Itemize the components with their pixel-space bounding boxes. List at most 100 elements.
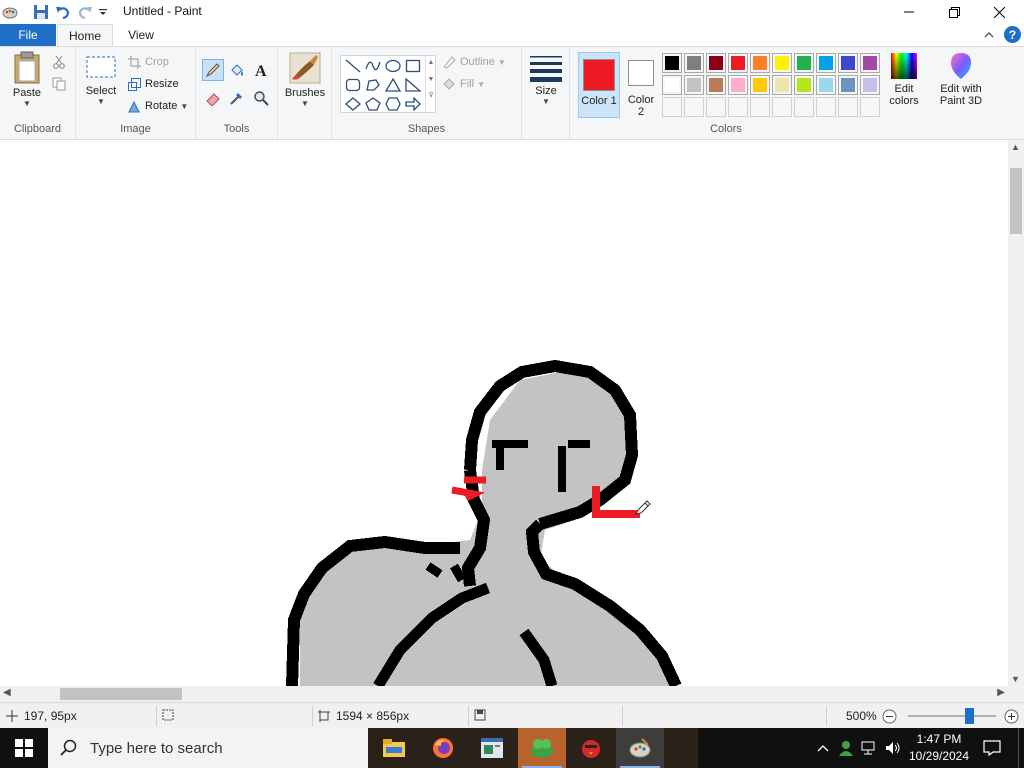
palette-swatch[interactable] bbox=[750, 75, 770, 95]
palette-swatch[interactable] bbox=[772, 53, 792, 73]
palette-swatch[interactable] bbox=[706, 53, 726, 73]
notifications-icon[interactable] bbox=[978, 728, 1006, 768]
shapes-scroll[interactable]: ▲ ▼ ⊽ bbox=[425, 56, 436, 112]
size-button[interactable]: Size ▼ bbox=[528, 51, 564, 106]
palette-swatch-empty[interactable] bbox=[662, 97, 682, 117]
palette-swatch[interactable] bbox=[838, 53, 858, 73]
palette-swatch-empty[interactable] bbox=[816, 97, 836, 117]
app-window-taskbar-icon[interactable] bbox=[468, 728, 516, 768]
paint-app-icon[interactable] bbox=[2, 3, 18, 21]
palette-swatch[interactable] bbox=[772, 75, 792, 95]
zoom-slider-thumb[interactable] bbox=[965, 708, 974, 724]
customize-quick-access-icon[interactable] bbox=[98, 3, 110, 21]
taskbar-search-box[interactable]: Type here to search bbox=[48, 728, 368, 768]
palette-swatch[interactable] bbox=[706, 75, 726, 95]
palette-swatch-empty[interactable] bbox=[750, 97, 770, 117]
palette-swatch[interactable] bbox=[728, 53, 748, 73]
rectangle-shape-icon[interactable] bbox=[403, 57, 423, 75]
palette-swatch[interactable] bbox=[794, 75, 814, 95]
palette-swatch[interactable] bbox=[728, 75, 748, 95]
horizontal-scrollbar[interactable]: ◀ ▶ bbox=[0, 686, 1008, 702]
redo-icon[interactable] bbox=[77, 3, 93, 21]
tab-home[interactable]: Home bbox=[57, 24, 113, 47]
crop-button[interactable]: Crop bbox=[128, 53, 169, 71]
triangle-shape-icon[interactable] bbox=[383, 76, 403, 94]
file-explorer-taskbar-icon[interactable] bbox=[370, 728, 418, 768]
zoom-out-button[interactable] bbox=[882, 709, 897, 727]
canvas-workspace[interactable] bbox=[0, 140, 1008, 686]
paint-taskbar-icon[interactable] bbox=[616, 728, 664, 768]
zoom-slider[interactable] bbox=[908, 708, 996, 724]
tab-file[interactable]: File bbox=[0, 24, 56, 46]
network-icon[interactable] bbox=[858, 728, 880, 768]
help-icon[interactable]: ? bbox=[1004, 26, 1021, 43]
edit-with-paint3d-button[interactable]: Edit with Paint 3D bbox=[932, 51, 990, 107]
palette-swatch-empty[interactable] bbox=[728, 97, 748, 117]
undo-icon[interactable] bbox=[55, 3, 71, 21]
right-triangle-shape-icon[interactable] bbox=[403, 76, 423, 94]
scroll-left-icon[interactable]: ◀ bbox=[3, 687, 11, 698]
rotate-button[interactable]: Rotate ▼ bbox=[128, 97, 188, 115]
arrow-shape-icon[interactable] bbox=[403, 95, 423, 113]
drawing-canvas[interactable] bbox=[0, 140, 1008, 686]
palette-swatch[interactable] bbox=[684, 75, 704, 95]
palette-swatch[interactable] bbox=[860, 75, 880, 95]
palette-swatch-empty[interactable] bbox=[706, 97, 726, 117]
palette-swatch[interactable] bbox=[860, 53, 880, 73]
palette-swatch[interactable] bbox=[684, 53, 704, 73]
close-button[interactable] bbox=[976, 0, 1022, 24]
scroll-right-icon[interactable]: ▶ bbox=[997, 687, 1005, 698]
tab-view[interactable]: View bbox=[118, 24, 164, 46]
game-taskbar-icon[interactable] bbox=[518, 728, 566, 768]
eraser-icon[interactable] bbox=[202, 87, 224, 109]
oval-shape-icon[interactable] bbox=[383, 57, 403, 75]
fill-bucket-icon[interactable] bbox=[226, 59, 248, 81]
scroll-up-icon[interactable]: ▲ bbox=[1011, 142, 1020, 152]
palette-swatch-empty[interactable] bbox=[684, 97, 704, 117]
rounded-rectangle-shape-icon[interactable] bbox=[343, 76, 363, 94]
palette-swatch[interactable] bbox=[838, 75, 858, 95]
palette-swatch-empty[interactable] bbox=[772, 97, 792, 117]
vertical-scroll-thumb[interactable] bbox=[1010, 168, 1022, 234]
show-desktop-button[interactable] bbox=[1018, 728, 1024, 768]
palette-swatch[interactable] bbox=[816, 53, 836, 73]
outline-button[interactable]: Outline ▼ bbox=[442, 53, 506, 71]
pencil-tool-icon[interactable] bbox=[202, 59, 224, 81]
zoom-in-button[interactable] bbox=[1004, 709, 1019, 727]
collapse-ribbon-icon[interactable] bbox=[982, 28, 996, 42]
edit-colors-button[interactable]: Edit colors bbox=[882, 51, 926, 107]
color2-button[interactable]: Color 2 bbox=[624, 52, 658, 118]
palette-swatch-empty[interactable] bbox=[860, 97, 880, 117]
taskbar-clock[interactable]: 1:47 PM 10/29/2024 bbox=[903, 731, 975, 765]
angry-birds-taskbar-icon[interactable] bbox=[567, 728, 615, 768]
volume-icon[interactable] bbox=[882, 728, 904, 768]
curve-shape-icon[interactable] bbox=[363, 57, 383, 75]
polygon-shape-icon[interactable] bbox=[363, 76, 383, 94]
restore-button[interactable] bbox=[931, 0, 977, 24]
palette-swatch[interactable] bbox=[750, 53, 770, 73]
vertical-scrollbar[interactable]: ▲ ▼ bbox=[1008, 140, 1024, 686]
color-picker-icon[interactable] bbox=[226, 87, 248, 109]
cut-icon[interactable] bbox=[52, 55, 66, 72]
firefox-taskbar-icon[interactable] bbox=[419, 728, 467, 768]
copy-icon[interactable] bbox=[52, 77, 66, 94]
show-hidden-icons-icon[interactable] bbox=[812, 728, 834, 768]
palette-swatch[interactable] bbox=[662, 53, 682, 73]
select-button[interactable]: Select ▼ bbox=[82, 51, 120, 106]
palette-swatch[interactable] bbox=[794, 53, 814, 73]
magnifier-icon[interactable] bbox=[250, 87, 272, 109]
palette-swatch-empty[interactable] bbox=[838, 97, 858, 117]
palette-swatch-empty[interactable] bbox=[794, 97, 814, 117]
hexagon-shape-icon[interactable] bbox=[383, 95, 403, 113]
minimize-button[interactable] bbox=[886, 0, 932, 24]
scroll-down-icon[interactable]: ▼ bbox=[1011, 674, 1020, 684]
line-shape-icon[interactable] bbox=[343, 57, 363, 75]
diamond-shape-icon[interactable] bbox=[343, 95, 363, 113]
resize-button[interactable]: Resize bbox=[128, 75, 179, 93]
brushes-button[interactable]: Brushes ▼ bbox=[284, 51, 326, 108]
color1-button[interactable]: Color 1 bbox=[578, 52, 620, 118]
horizontal-scroll-thumb[interactable] bbox=[60, 688, 182, 700]
paste-button[interactable]: Paste ▼ bbox=[8, 51, 46, 108]
fill-button[interactable]: Fill ▼ bbox=[442, 75, 485, 93]
palette-swatch[interactable] bbox=[816, 75, 836, 95]
